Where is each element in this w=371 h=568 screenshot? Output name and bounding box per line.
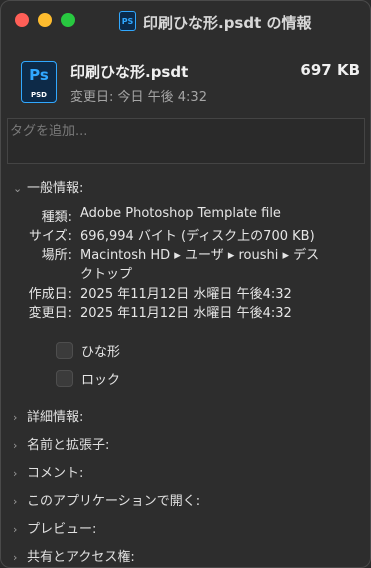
tags-field[interactable] <box>7 118 365 164</box>
section-name-extension[interactable]: › 名前と拡張子: <box>13 434 109 453</box>
info-key: 変更日: <box>28 306 72 321</box>
locked-checkbox[interactable] <box>56 370 73 387</box>
section-label: 詳細情報: <box>27 410 84 425</box>
locked-label: ロック <box>81 373 121 388</box>
section-label: このアプリケーションで開く: <box>27 494 201 509</box>
locked-checkbox-row[interactable]: ロック <box>56 369 120 389</box>
icon-label-ps: Ps <box>29 66 49 84</box>
stationery-checkbox[interactable] <box>56 342 73 359</box>
info-value: 2025 年11月12日 水曜日 午後4:32 <box>80 306 292 321</box>
chevron-right-icon: › <box>13 551 18 564</box>
section-sharing-permissions[interactable]: › 共有とアクセス権: <box>13 546 135 565</box>
window-title: 印刷ひな形.psdt の情報 <box>143 14 312 32</box>
section-comments[interactable]: › コメント: <box>13 462 83 481</box>
file-header: Ps PSD 印刷ひな形.psdt 697 KB 変更日: 今日 午後 4:32 <box>1 51 370 111</box>
info-key: サイズ: <box>29 229 72 244</box>
chevron-down-icon: ⌄ <box>13 182 23 195</box>
close-button[interactable] <box>15 13 29 27</box>
zoom-button[interactable] <box>61 13 75 27</box>
section-label: 共有とアクセス権: <box>27 550 135 565</box>
tags-input[interactable] <box>10 121 350 141</box>
section-more-info[interactable]: › 詳細情報: <box>13 406 83 425</box>
section-general-label: 一般情報: <box>27 181 84 196</box>
section-label: コメント: <box>27 466 84 481</box>
info-value: Adobe Photoshop Template file <box>80 206 281 221</box>
psd-file-icon: PS <box>119 11 136 31</box>
info-window: PS 印刷ひな形.psdt の情報 Ps PSD 印刷ひな形.psdt 697 … <box>0 0 371 568</box>
section-label: 名前と拡張子: <box>27 438 110 453</box>
info-value: 696,994 バイト (ディスク上の700 KB) <box>80 229 315 244</box>
section-label: プレビュー: <box>27 522 97 537</box>
info-value: Macintosh HD ▸ ユーザ ▸ roushi ▸ デス <box>80 248 320 263</box>
photoshop-file-icon: Ps PSD <box>21 61 57 103</box>
info-value: 2025 年11月12日 水曜日 午後4:32 <box>80 287 292 302</box>
stationery-label: ひな形 <box>81 345 121 360</box>
file-name: 印刷ひな形.psdt <box>70 63 189 81</box>
section-general[interactable]: ⌄ 一般情報: <box>13 177 83 196</box>
title-bar: PS 印刷ひな形.psdt の情報 <box>1 1 370 43</box>
stationery-checkbox-row[interactable]: ひな形 <box>56 341 120 361</box>
chevron-right-icon: › <box>13 411 18 424</box>
section-open-with[interactable]: › このアプリケーションで開く: <box>13 490 200 509</box>
chevron-right-icon: › <box>13 495 18 508</box>
info-key: 作成日: <box>28 287 72 302</box>
chevron-right-icon: › <box>13 439 18 452</box>
minimize-button[interactable] <box>38 13 52 27</box>
info-key: 種類: <box>41 210 72 225</box>
info-value: クトップ <box>80 267 133 282</box>
chevron-right-icon: › <box>13 467 18 480</box>
section-preview[interactable]: › プレビュー: <box>13 518 96 537</box>
modified-date: 変更日: 今日 午後 4:32 <box>70 90 207 105</box>
info-key: 場所: <box>41 248 72 263</box>
chevron-right-icon: › <box>13 523 18 536</box>
icon-label-psd: PSD <box>31 91 47 99</box>
file-size: 697 KB <box>300 61 360 79</box>
